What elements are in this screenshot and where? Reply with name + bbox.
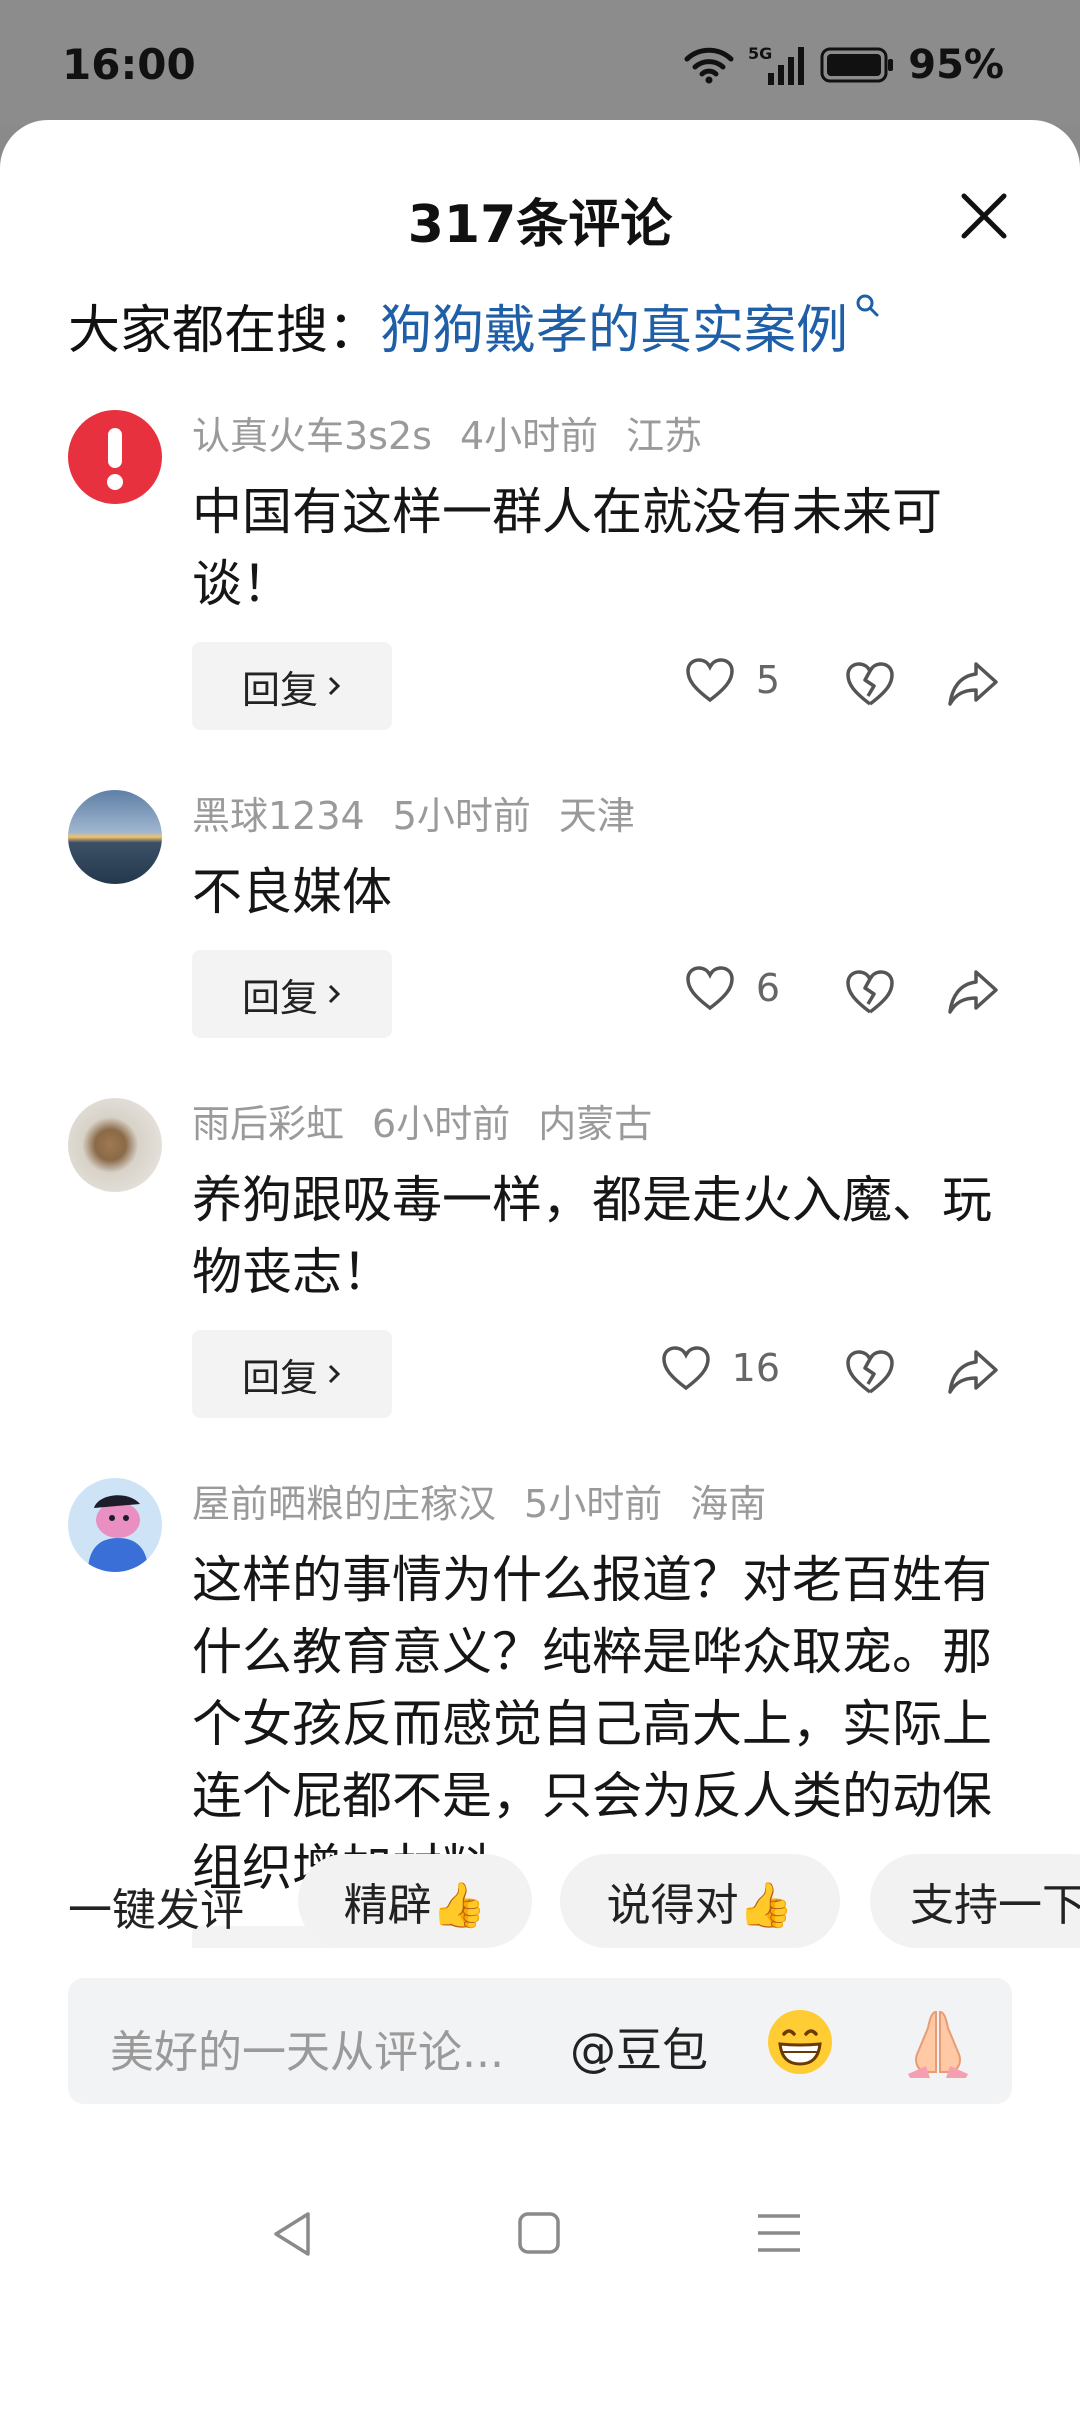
comment-location: 江苏 xyxy=(626,414,703,458)
chevron-right-icon xyxy=(328,984,341,1004)
mention-button[interactable]: @豆包 xyxy=(570,2014,708,2080)
avatar[interactable] xyxy=(68,1098,162,1192)
heart-icon xyxy=(686,966,734,1011)
comment-user[interactable]: 黑球1234 xyxy=(192,790,365,842)
comment-item: 黑球1234 5小时前 天津 不良媒体 回复 6 xyxy=(0,790,1080,1038)
comment-item: 雨后彩虹 6小时前 内蒙古 养狗跟吸毒一样，都是走火入魔、玩物丧志！ 回复 16 xyxy=(0,1098,1080,1418)
comment-actions: 回复 16 xyxy=(192,1330,1020,1418)
comments-title: 317条评论 xyxy=(407,195,673,255)
comment-actions: 回复 6 xyxy=(192,950,1020,1038)
quick-chip[interactable]: 支持一下 xyxy=(870,1854,1080,1948)
heart-icon xyxy=(686,658,734,703)
network-label: 5G xyxy=(748,44,772,63)
home-icon[interactable] xyxy=(516,2210,562,2256)
system-nav-bar xyxy=(0,2180,1080,2292)
trending-search: 大家都在搜： 狗狗戴孝的真实案例 xyxy=(68,288,880,363)
quick-comment-row: 一键发评 精辟👍 说得对👍 支持一下 xyxy=(0,1852,1080,1952)
share-icon[interactable] xyxy=(946,660,1000,708)
signal-5g-icon: 5G xyxy=(748,44,805,85)
grin-emoji-icon[interactable] xyxy=(764,2006,836,2078)
avatar[interactable] xyxy=(68,410,162,504)
battery-level: 95% xyxy=(908,42,1004,88)
like-count: 6 xyxy=(755,966,780,1010)
comment-actions: 回复 5 xyxy=(192,642,1020,730)
wifi-icon xyxy=(684,47,734,84)
comment-meta: 认真火车3s2s 4小时前 江苏 xyxy=(192,410,1020,462)
back-icon[interactable] xyxy=(270,2210,314,2258)
close-icon[interactable] xyxy=(958,190,1010,242)
comment-list: 认真火车3s2s 4小时前 江苏 中国有这样一群人在就没有未来可谈！ 回复 5 xyxy=(0,410,1080,1948)
like-button[interactable]: 5 xyxy=(684,656,780,704)
comment-user[interactable]: 屋前晒粮的庄稼汉 xyxy=(192,1478,496,1530)
like-button[interactable]: 16 xyxy=(660,1344,780,1392)
comment-time: 4小时前 xyxy=(459,414,599,458)
like-count: 16 xyxy=(731,1346,780,1390)
trending-search-prefix: 大家都在搜： xyxy=(68,301,381,361)
broken-heart-icon[interactable] xyxy=(844,968,896,1016)
share-icon[interactable] xyxy=(946,968,1000,1016)
broken-heart-icon[interactable] xyxy=(844,660,896,708)
search-icon[interactable] xyxy=(854,292,880,318)
comment-location: 内蒙古 xyxy=(538,1102,653,1146)
reply-button[interactable]: 回复 xyxy=(192,642,392,730)
like-count: 5 xyxy=(755,658,780,702)
chevron-right-icon xyxy=(328,676,341,696)
comment-time: 5小时前 xyxy=(392,794,531,838)
comment-time: 6小时前 xyxy=(372,1102,511,1146)
avatar[interactable] xyxy=(68,790,162,884)
alert-icon xyxy=(107,428,123,490)
comment-text: 这样的事情为什么报道？对老百姓有什么教育意义？纯粹是哗众取宠。那个女孩反而感觉自… xyxy=(192,1551,992,1897)
chevron-right-icon xyxy=(328,1364,341,1384)
reply-label: 回复 xyxy=(241,667,318,712)
heart-icon xyxy=(661,1346,710,1391)
reply-button[interactable]: 回复 xyxy=(192,950,392,1038)
comments-sheet: 317条评论 大家都在搜： 狗狗戴孝的真实案例 认真火车3s2s 4小时前 江苏 xyxy=(0,120,1080,2412)
comment-user[interactable]: 认真火车3s2s xyxy=(192,410,432,462)
broken-heart-icon[interactable] xyxy=(844,1348,896,1396)
comment-input-placeholder[interactable]: 美好的一天从评论... xyxy=(110,2016,504,2080)
comment-text: 养狗跟吸毒一样，都是走火入魔、玩物丧志！ xyxy=(192,1171,992,1301)
comment-meta: 黑球1234 5小时前 天津 xyxy=(192,790,1020,842)
cartoon-avatar xyxy=(88,1495,148,1572)
quick-chip[interactable]: 精辟👍 xyxy=(298,1854,532,1948)
status-bar: 16:00 5G 95% xyxy=(0,0,1080,125)
comment-item: 认真火车3s2s 4小时前 江苏 中国有这样一群人在就没有未来可谈！ 回复 5 xyxy=(0,410,1080,730)
battery-icon xyxy=(820,47,894,83)
reply-label: 回复 xyxy=(241,975,318,1020)
quick-chip[interactable]: 说得对👍 xyxy=(560,1854,840,1948)
comment-text: 不良媒体 xyxy=(192,863,392,921)
trending-search-link[interactable]: 狗狗戴孝的真实案例 xyxy=(380,288,848,363)
reply-button[interactable]: 回复 xyxy=(192,1330,392,1418)
comment-meta: 雨后彩虹 6小时前 内蒙古 xyxy=(192,1098,1020,1150)
comment-user[interactable]: 雨后彩虹 xyxy=(192,1098,344,1150)
reply-label: 回复 xyxy=(241,1355,318,1400)
share-icon[interactable] xyxy=(946,1348,1000,1396)
status-icons: 5G 95% xyxy=(684,42,1004,88)
comment-location: 天津 xyxy=(558,794,635,838)
comment-input[interactable]: 美好的一天从评论... @豆包 xyxy=(68,1978,1012,2104)
comment-location: 海南 xyxy=(690,1482,767,1526)
pray-emoji-icon[interactable] xyxy=(900,2004,976,2080)
comment-text: 中国有这样一群人在就没有未来可谈！ xyxy=(192,483,942,613)
comment-time: 5小时前 xyxy=(524,1482,663,1526)
comment-meta: 屋前晒粮的庄稼汉 5小时前 海南 xyxy=(192,1478,1020,1530)
status-time: 16:00 xyxy=(62,40,196,89)
quick-comment-label: 一键发评 xyxy=(68,1885,244,1936)
avatar[interactable] xyxy=(68,1478,162,1572)
menu-icon[interactable] xyxy=(756,2210,802,2256)
like-button[interactable]: 6 xyxy=(684,964,780,1012)
